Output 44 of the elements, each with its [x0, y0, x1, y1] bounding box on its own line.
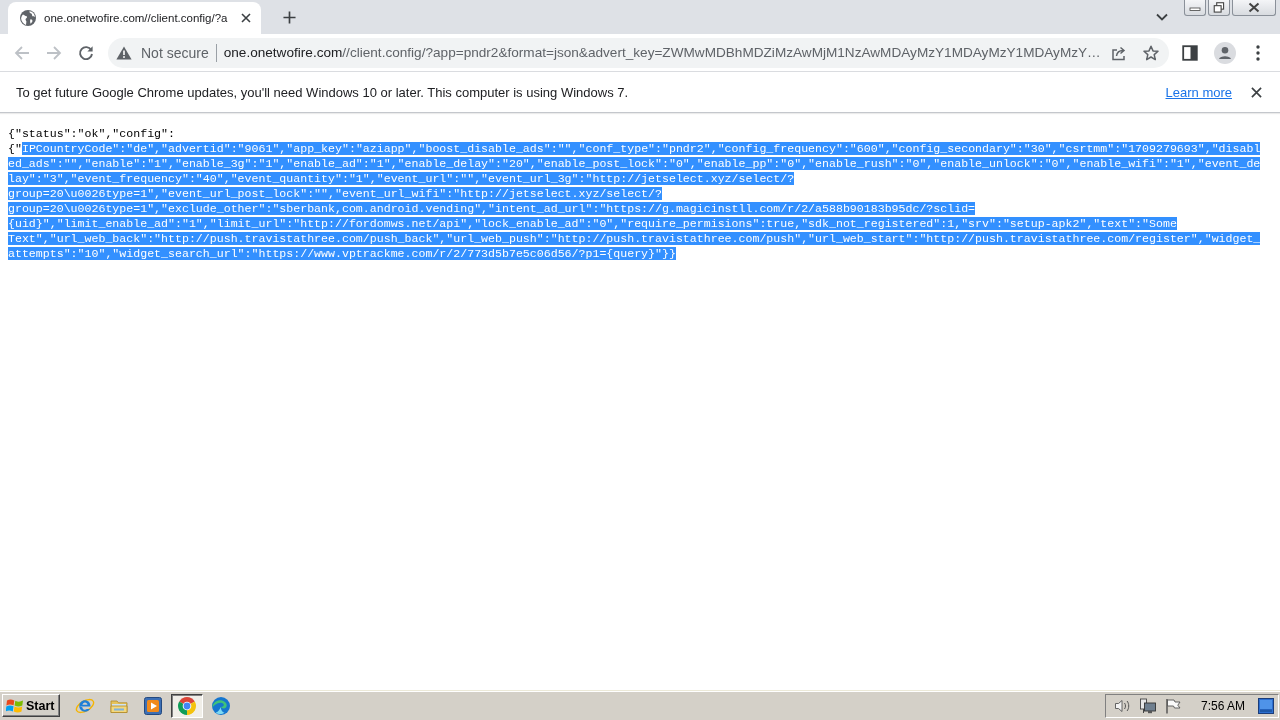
address-bar[interactable]: Not secure one.onetwofire.com//client.config/?app=pndr2&format=json&advert_key=ZWMwMDBhMDZiMzAwMjM1NzAwMDAyMzY1MDAyMzY1MDAyMzY… — [108, 37, 1169, 68]
close-button[interactable] — [1232, 0, 1276, 16]
close-icon[interactable] — [241, 13, 252, 23]
globe-icon — [20, 10, 36, 26]
plus-icon[interactable] — [283, 10, 297, 24]
clock-text: 7:56 AM — [1200, 698, 1245, 713]
selected-json-text: attempts":"10","widget_search_url":"https://www.vptrackme.com/r/2/773d5b7e5c06d56/?p1={query}"}} — [8, 247, 676, 260]
selected-json-text: group=20\u0026type=1","event_url_post_lock":"","event_url_wifi":"http://jetselect.xyz/select/? — [8, 187, 662, 200]
speaker-icon[interactable] — [1113, 697, 1132, 714]
selected-json-text: IPCountryCode":"de","advertid":"9061","app_key":"aziapp","boost_disable_ads":"","conf_type":"pndr2","config_frequency":"600","config_secondary":"30","csrtmm":"1709279693","disabl — [21, 142, 1261, 155]
flag-icon[interactable] — [1163, 697, 1182, 714]
wave-logo-icon — [211, 695, 232, 716]
restore-button[interactable] — [1208, 0, 1230, 16]
json-text: {"status":"ok","config": — [8, 127, 175, 140]
infobar-message: To get future Google Chrome updates, you'll need Windows 10 or later. This computer is using Windows 7. — [16, 84, 629, 100]
selected-json-text: Text","url_web_back":"http://push.travistathree.com/push_back","url_web_push":"http://push.travistathree.com/push","url_web_start":"http://push.travistathree.com/register","widget_ — [8, 232, 1261, 245]
chevron-down-icon[interactable] — [1156, 13, 1168, 21]
network-icon[interactable] — [1138, 697, 1157, 714]
selected-json-text: lay":"3","event_frequency":"40","event_quantity":"1","event_url":"","event_url_3g":"http://jetselect.xyz/select/? — [8, 172, 795, 185]
restore-icon — [1213, 2, 1225, 13]
minimize-button[interactable] — [1184, 0, 1206, 16]
selected-json-text: ed_ads":"","enable":"1","enable_3g":"1","enable_ad":"1","enable_delay":"20","enable_post_lock":"0","enable_pp":"0","enable_rush":"0","enable_unlock":"0","enable_wifi":"1","event_de — [8, 157, 1261, 170]
side-panel-icon[interactable] — [1182, 44, 1198, 61]
taskbar-app-button[interactable] — [171, 693, 204, 718]
windows-flag-icon — [6, 697, 24, 714]
avatar-icon[interactable] — [1214, 41, 1236, 64]
close-icon[interactable] — [1251, 86, 1262, 98]
selected-json-text: {uid}","limit_enable_ad":"1","limit_url":"http://fordomws.net/api","lock_enable_ad":"0","require_permisions":true,"sdk_not_registered":1,"srv":"setup-apk2","text":"Some — [8, 217, 1177, 230]
share-icon[interactable] — [1111, 44, 1127, 61]
show-desktop-icon[interactable] — [1258, 697, 1274, 714]
play-icon — [143, 695, 164, 716]
learn-more-link[interactable]: Learn more — [1165, 84, 1232, 100]
json-text: {" — [8, 142, 22, 155]
minimize-icon — [1189, 4, 1201, 11]
close-icon — [1248, 2, 1260, 13]
selected-json-text: group=20\u0026type=1","exclude_other":"sberbank,com.android.vending","intent_ad_url":"https://g.magicinstll.com/r/2/a588b90183b95dc/?sclid= — [8, 202, 976, 215]
start-button[interactable]: Start — [2, 694, 61, 717]
menu-icon[interactable] — [1256, 44, 1260, 61]
security-label[interactable]: Not secure — [141, 44, 209, 61]
warning-icon[interactable] — [116, 45, 132, 60]
browser-tab[interactable]: one.onetwofire.com//client.config/?a — [8, 2, 262, 34]
circle-logo-icon — [177, 695, 198, 716]
reload-icon[interactable] — [78, 44, 94, 61]
star-icon[interactable] — [1143, 44, 1159, 61]
